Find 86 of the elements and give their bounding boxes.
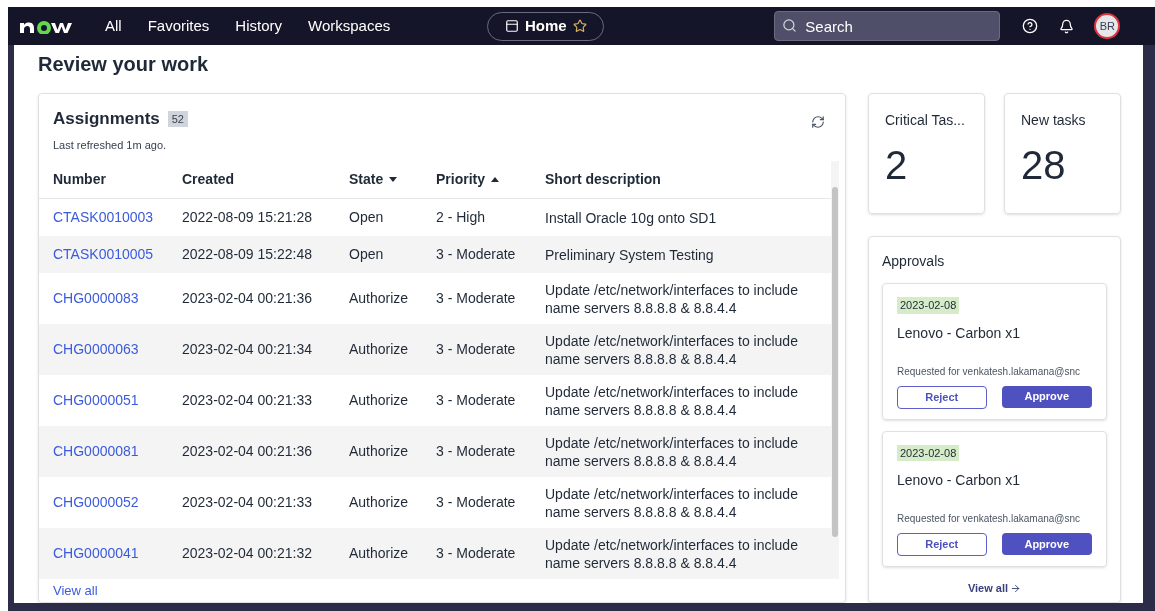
table-cell-text: 2022-08-09 15:21:28 <box>182 208 313 227</box>
table-cell-text: Update /etc/network/interfaces to include name servers 8.8.8.8 & 8.8.4.4 <box>545 433 799 470</box>
table-row[interactable]: CTASK0010005 2022-08-09 15:22:48 Open 3 - Moderate Preliminary System Testing <box>39 236 831 273</box>
card-title: Approvals <box>882 252 946 271</box>
table-cell-text: 3 - Moderate <box>436 493 517 512</box>
table-cell-text: 3 - Moderate <box>436 245 517 264</box>
stat-label: Critical Tas... <box>885 111 966 130</box>
record-link[interactable]: CHG0000052 <box>53 492 182 513</box>
stat-value: 2 <box>885 143 909 187</box>
record-link[interactable]: CHG0000051 <box>53 390 182 411</box>
notification-bell-icon[interactable] <box>1059 18 1075 34</box>
reject-button[interactable]: Reject <box>897 385 987 409</box>
view-all-link[interactable]: View all <box>39 581 845 601</box>
column-header[interactable]: State <box>349 169 436 190</box>
record-link[interactable]: CHG0000063 <box>53 339 182 360</box>
stat-card[interactable]: Critical Tas... 2 <box>868 93 985 214</box>
table-cell-text: 2023-02-04 00:21:36 <box>182 442 313 461</box>
column-header[interactable]: Priority <box>436 169 545 190</box>
scrollbar-thumb[interactable] <box>832 187 838 537</box>
count-badge: 52 <box>167 110 188 127</box>
approve-button[interactable]: Approve <box>1001 385 1092 408</box>
record-link[interactable]: CHG0000081 <box>53 441 182 462</box>
search-field[interactable]: Search <box>774 11 1001 41</box>
table-cell-text: 2023-02-04 00:21:34 <box>182 340 313 359</box>
table-cell-text: Open <box>349 245 385 264</box>
table-cell-text: Update /etc/network/interfaces to include name servers 8.8.8.8 & 8.8.4.4 <box>545 280 799 317</box>
refresh-icon[interactable] <box>811 115 825 129</box>
table-cell-text: 3 - Moderate <box>436 442 517 461</box>
user-avatar[interactable]: BR <box>1094 13 1121 39</box>
table-row[interactable]: CHG0000041 2023-02-04 00:21:32 Authorize 3 - Moderate Update /etc/network/interfaces to include name servers 8.8.8.8 & 8.8.4.4 <box>39 528 831 579</box>
table-cell-text: 2023-02-04 00:21:36 <box>182 289 313 308</box>
table-cell-text: Authorize <box>349 391 410 410</box>
date-tag: 2023-02-08 <box>897 297 960 314</box>
window-icon <box>504 19 519 33</box>
table-cell-text: Update /etc/network/interfaces to include name servers 8.8.8.8 & 8.8.4.4 <box>545 331 799 368</box>
nav-link[interactable]: Workspaces <box>308 14 391 38</box>
table-cell-text: Update /etc/network/interfaces to include name servers 8.8.8.8 & 8.8.4.4 <box>545 382 799 419</box>
nav-link[interactable]: History <box>235 14 283 38</box>
table-cell-text: 2 - High <box>436 208 487 227</box>
stat-label: New tasks <box>1021 111 1087 130</box>
nav-link[interactable]: Favorites <box>147 14 210 38</box>
table-row[interactable]: CHG0000063 2023-02-04 00:21:34 Authorize 3 - Moderate Update /etc/network/interfaces to include name servers 8.8.8.8 & 8.8.4.4 <box>39 324 831 375</box>
card-title: Assignments <box>53 108 160 130</box>
star-icon[interactable] <box>572 19 587 33</box>
last-refreshed-text: Last refreshed 1m ago. <box>53 137 168 153</box>
record-link[interactable]: CHG0000083 <box>53 288 182 309</box>
stat-value: 28 <box>1021 143 1067 187</box>
column-header[interactable]: Created <box>182 169 349 190</box>
table-cell-text: 3 - Moderate <box>436 289 517 308</box>
table-cell-text: 2023-02-04 00:21:32 <box>182 544 313 563</box>
table-cell-text: Authorize <box>349 544 410 563</box>
record-link[interactable]: CTASK0010005 <box>53 244 182 265</box>
column-header[interactable]: Number <box>53 169 182 190</box>
requested-for-text: Requested for venkatesh.lakamana@snc <box>897 364 1082 379</box>
table-cell-text: Open <box>349 208 385 227</box>
table-cell-text: 3 - Moderate <box>436 340 517 359</box>
table-cell-text: Authorize <box>349 493 410 512</box>
approval-title: Lenovo - Carbon x1 <box>897 323 1021 343</box>
search-icon <box>782 18 798 33</box>
table-cell-text: Authorize <box>349 289 410 308</box>
approve-button[interactable]: Approve <box>1001 533 1092 555</box>
requested-for-text: Requested for venkatesh.lakamana@snc <box>897 512 1082 526</box>
arrow-right-icon <box>1010 582 1022 594</box>
table-cell-text: Install Oracle 10g onto SD1 <box>545 208 718 227</box>
table-cell-text: Preliminary System Testing <box>545 245 715 264</box>
table-cell-text: 3 - Moderate <box>436 391 517 410</box>
stat-card[interactable]: New tasks 28 <box>1004 93 1121 214</box>
page-title: Review your work <box>38 52 210 77</box>
table-cell-text: 2023-02-04 00:21:33 <box>182 493 313 512</box>
approval-title: Lenovo - Carbon x1 <box>897 471 1021 490</box>
record-link[interactable]: CTASK0010003 <box>53 207 182 228</box>
reject-button[interactable]: Reject <box>897 533 987 556</box>
nav-link[interactable]: All <box>105 14 122 38</box>
column-header[interactable]: Short description <box>545 169 831 190</box>
table-cell-text: Authorize <box>349 340 410 359</box>
table-row[interactable]: CHG0000081 2023-02-04 00:21:36 Authorize 3 - Moderate Update /etc/network/interfaces to include name servers 8.8.8.8 & 8.8.4.4 <box>39 426 831 477</box>
date-tag: 2023-02-08 <box>897 444 960 461</box>
table-cell-text: Update /etc/network/interfaces to include name servers 8.8.8.8 & 8.8.4.4 <box>545 484 799 521</box>
help-icon[interactable] <box>1022 18 1039 34</box>
table-cell-text: 2023-02-04 00:21:33 <box>182 391 313 410</box>
table-cell-text: Update /etc/network/interfaces to include name servers 8.8.8.8 & 8.8.4.4 <box>545 535 799 572</box>
table-cell-text: Authorize <box>349 442 410 461</box>
view-all-link[interactable]: View all <box>967 580 1022 597</box>
table-cell-text: 3 - Moderate <box>436 544 517 563</box>
table-cell-text: 2022-08-09 15:22:48 <box>182 245 313 264</box>
record-link[interactable]: CHG0000041 <box>53 543 182 564</box>
